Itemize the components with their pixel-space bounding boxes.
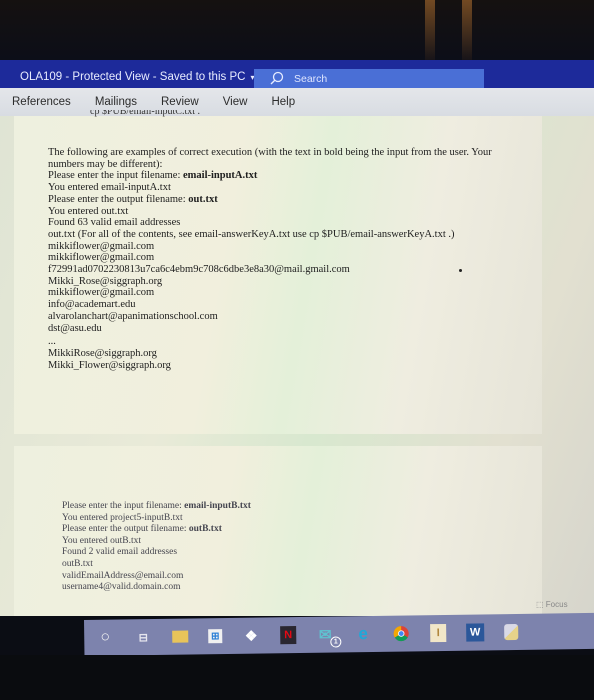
edge-icon[interactable]: e bbox=[354, 624, 372, 643]
search-box[interactable]: Search bbox=[254, 69, 484, 88]
output-prompt-line: Please enter the output filename: out.tx… bbox=[48, 193, 218, 205]
intro-text: The following are examples of correct ex… bbox=[48, 147, 492, 158]
netflix-icon[interactable]: N bbox=[280, 626, 297, 645]
mail-icon[interactable]: ✉ 1 bbox=[316, 626, 342, 648]
found-count-line: Found 63 valid email addresses bbox=[48, 217, 181, 229]
input-prompt-line: Please enter the input filename: email-i… bbox=[48, 170, 258, 182]
focus-icon: ⬚ bbox=[536, 600, 546, 609]
file-name-line: outB.txt bbox=[62, 558, 93, 569]
light-glare bbox=[425, 0, 435, 60]
user-input-bold: email-inputB.txt bbox=[184, 501, 251, 511]
email-line: f72991ad0702230813u7ca6c4ebm9c708c6dbe3e… bbox=[48, 264, 350, 276]
tab-mailings[interactable]: Mailings bbox=[95, 96, 137, 108]
user-input-bold: email-inputA.txt bbox=[183, 170, 258, 182]
light-glare bbox=[462, 0, 472, 60]
email-line: Mikki_Rose@siggraph.org bbox=[48, 275, 163, 287]
background-dark-top bbox=[0, 0, 594, 60]
entered-output-line: You entered out.txt bbox=[48, 205, 129, 217]
example-b-block: Please enter the input filename: email-i… bbox=[62, 501, 462, 594]
entered-output-line: You entered outB.txt bbox=[62, 535, 141, 546]
search-icon bbox=[270, 71, 284, 84]
cortana-search-icon[interactable]: ○ bbox=[96, 629, 114, 647]
tab-view[interactable]: View bbox=[223, 96, 248, 108]
intro-text: numbers may be different): bbox=[48, 158, 163, 170]
windows-taskbar: ○ ⊟ ⊞ ❖ N ✉ 1 e I W bbox=[84, 612, 594, 656]
email-line: MikkiRose@siggraph.org bbox=[48, 347, 157, 359]
tab-references[interactable]: References bbox=[12, 96, 71, 108]
found-count-line: Found 2 valid email addresses bbox=[62, 547, 178, 558]
user-input-bold: outB.txt bbox=[188, 524, 222, 535]
output-prompt-line: Please enter the output filename: outB.t… bbox=[62, 524, 222, 535]
window-title: OLA109 - Protected View - Saved to this … bbox=[20, 71, 246, 83]
dust-speck bbox=[459, 269, 462, 272]
focus-mode-button[interactable]: ⬚ Focus bbox=[536, 600, 568, 609]
microsoft-store-icon[interactable]: ⊞ bbox=[208, 629, 223, 644]
email-line: info@academart.edu bbox=[48, 299, 136, 311]
cutoff-text-line: cp $PUB/email-inputC.txt . bbox=[90, 110, 200, 117]
file-explorer-icon[interactable] bbox=[172, 630, 189, 643]
chrome-logo bbox=[393, 626, 409, 642]
email-line: mikkiflower@gmail.com bbox=[48, 287, 155, 299]
email-line: mikkiflower@gmail.com bbox=[48, 240, 155, 252]
entered-input-line: You entered email-inputA.txt bbox=[48, 182, 171, 194]
input-prompt-line: Please enter the input filename: email-i… bbox=[62, 501, 251, 511]
background-dark-bottom bbox=[0, 655, 594, 700]
python-icon[interactable] bbox=[504, 623, 519, 641]
dropbox-icon[interactable]: ❖ bbox=[242, 627, 260, 645]
word-icon[interactable]: W bbox=[466, 623, 485, 642]
file-note-line: out.txt (For all of the contents, see em… bbox=[48, 228, 455, 240]
sticky-app-icon[interactable]: I bbox=[430, 623, 447, 643]
email-line: alvarolanchart@apanimationschool.com bbox=[48, 310, 218, 322]
email-line: mikkiflower@gmail.com bbox=[48, 252, 155, 264]
mail-badge: 1 bbox=[330, 636, 342, 648]
email-line: username4@valid.domain.com bbox=[62, 582, 181, 593]
tab-review[interactable]: Review bbox=[161, 96, 199, 108]
task-view-icon[interactable]: ⊟ bbox=[134, 628, 152, 646]
chrome-icon[interactable] bbox=[392, 624, 410, 642]
email-line: Mikki_Flower@siggraph.org bbox=[48, 359, 171, 371]
tab-help[interactable]: Help bbox=[271, 96, 295, 108]
ellipsis-line: ... bbox=[48, 336, 56, 348]
email-line: dst@asu.edu bbox=[48, 322, 102, 334]
entered-input-line: You entered project5-inputB.txt bbox=[62, 512, 183, 523]
search-placeholder: Search bbox=[294, 72, 328, 85]
example-a-block: The following are examples of correct ex… bbox=[48, 147, 548, 371]
user-input-bold: out.txt bbox=[188, 193, 218, 205]
email-line: validEmailAddress@email.com bbox=[62, 570, 184, 581]
